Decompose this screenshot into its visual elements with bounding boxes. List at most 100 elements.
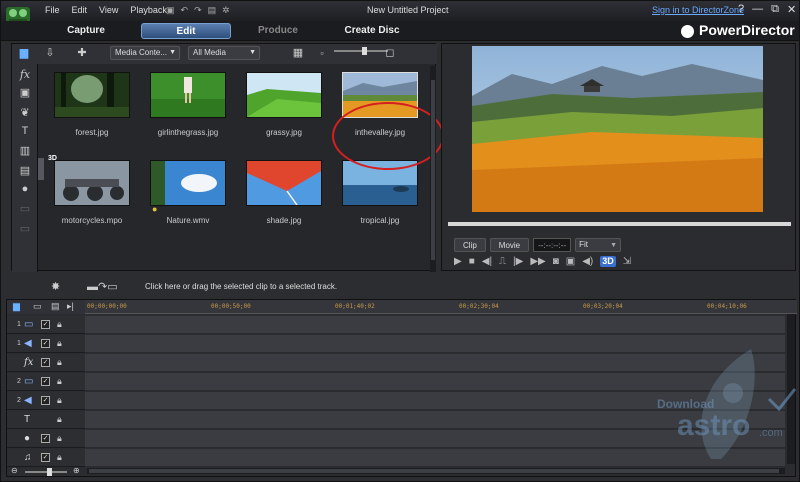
track-enable-checkbox[interactable]: ✓: [41, 453, 50, 462]
media-item-nature[interactable]: ● Nature.wmv: [142, 154, 234, 232]
help-button[interactable]: ?: [738, 3, 744, 16]
tab-edit[interactable]: Edit: [141, 23, 231, 39]
timeline-ruler[interactable]: 00;00;00;00 00;00;50;00 00;01;40;02 00;0…: [85, 300, 797, 314]
tab-create-disc[interactable]: Create Disc: [337, 23, 407, 39]
track-lock-icon[interactable]: 🔒︎: [57, 452, 62, 463]
track-enable-checkbox[interactable]: ✓: [41, 396, 50, 405]
split-icon[interactable]: ⎍: [499, 256, 506, 267]
jump-marker-icon[interactable]: ▸|: [67, 301, 74, 312]
fx-room-icon[interactable]: fx: [17, 68, 33, 82]
track-enable-checkbox[interactable]: ✓: [41, 320, 50, 329]
volume-icon[interactable]: ◀): [582, 256, 593, 267]
all-media-dropdown[interactable]: All Media ▼: [188, 46, 260, 60]
redo-icon[interactable]: ↷: [194, 5, 202, 16]
thumbnail-size-slider-knob[interactable]: [362, 47, 367, 55]
clip-mode-button[interactable]: Clip: [454, 238, 486, 252]
thumb-small-icon[interactable]: ▫: [314, 46, 330, 60]
timeline-scroll-thumb[interactable]: [89, 469, 779, 473]
track-header-audio-track[interactable]: 1 ◀ ✓ 🔒︎: [7, 335, 85, 353]
title-room-icon[interactable]: T: [17, 124, 33, 138]
undo-icon[interactable]: ↶: [181, 5, 189, 16]
fit-dropdown[interactable]: Fit ▼: [575, 238, 622, 252]
subtitle-room-icon[interactable]: ▭: [17, 222, 33, 236]
track-enable-checkbox[interactable]: ✓: [41, 358, 50, 367]
undock-preview-icon[interactable]: ⇲: [623, 256, 631, 267]
particle-room-icon[interactable]: ❦: [17, 106, 33, 120]
track-lock-icon[interactable]: 🔒︎: [57, 395, 62, 406]
track-header-title-track[interactable]: T 🔒︎: [7, 411, 85, 429]
track-manager-icon[interactable]: ▤: [51, 301, 60, 312]
tab-produce[interactable]: Produce: [243, 23, 313, 39]
directorzone-signin-link[interactable]: Sign in to DirectorZone: [652, 5, 744, 15]
minimize-button[interactable]: —: [752, 3, 763, 16]
thumb-large-icon[interactable]: ◻: [382, 46, 398, 60]
transition-room-icon[interactable]: ▥: [17, 144, 33, 158]
plugins-puzzle-icon[interactable]: ✚: [74, 46, 90, 60]
play-icon[interactable]: ▶: [454, 256, 462, 267]
timeline-zoom-slider[interactable]: [25, 471, 67, 473]
track-enable-checkbox[interactable]: ✓: [41, 377, 50, 386]
grid-view-icon[interactable]: ▦: [290, 46, 306, 60]
chapter-room-icon[interactable]: ▭: [17, 202, 33, 216]
track-header-video-track[interactable]: 1 ▭ ✓ 🔒︎: [7, 316, 85, 334]
fast-forward-icon[interactable]: ▶▶: [530, 256, 545, 267]
menu-edit[interactable]: Edit: [72, 5, 88, 15]
magic-tools-icon[interactable]: ✸: [51, 280, 60, 293]
track-header-fx-track[interactable]: fx ✓ 🔒︎: [7, 354, 85, 372]
maximize-button[interactable]: ⧉: [771, 3, 779, 16]
display-output-icon[interactable]: ▣: [566, 256, 575, 267]
track-header-voice-track[interactable]: ● ✓ 🔒︎: [7, 430, 85, 448]
storyboard-view-icon[interactable]: ▭: [33, 301, 42, 312]
preview-seek-bar[interactable]: [448, 222, 791, 226]
media-content-dropdown[interactable]: Media Conte... ▼: [110, 46, 180, 60]
library-scroll-thumb[interactable]: [431, 80, 435, 260]
track-lock-icon[interactable]: 🔒︎: [57, 338, 62, 349]
settings-gear-icon[interactable]: ✲: [222, 5, 230, 16]
track-lane-video-track[interactable]: [85, 316, 785, 334]
save-icon[interactable]: ▣: [166, 5, 175, 16]
media-item-motorcycles[interactable]: 3D motorcycles.mpo: [46, 154, 138, 232]
snapshot-camera-icon[interactable]: ◙: [553, 256, 559, 267]
close-button[interactable]: ✕: [787, 3, 796, 16]
track-header-music-track[interactable]: ♫ ✓ 🔒︎: [7, 449, 85, 467]
audio-mixing-icon[interactable]: ▤: [17, 164, 33, 178]
media-item-shade[interactable]: shade.jpg: [238, 154, 330, 232]
track-number: 1: [17, 340, 21, 347]
previous-frame-icon[interactable]: ◀|: [482, 256, 492, 267]
track-header-video-track[interactable]: 2 ▭ ✓ 🔒︎: [7, 373, 85, 391]
import-media-icon[interactable]: ⇩: [42, 46, 58, 60]
media-item-forest[interactable]: forest.jpg: [46, 66, 138, 144]
menu-playback[interactable]: Playback: [130, 5, 167, 15]
display-icon[interactable]: ▤: [208, 5, 217, 16]
menu-file[interactable]: File: [45, 5, 60, 15]
rail-expand-handle[interactable]: [38, 158, 44, 180]
media-room-icon[interactable]: ▆: [16, 46, 32, 60]
stop-icon[interactable]: ■: [469, 256, 475, 267]
track-enable-checkbox[interactable]: ✓: [41, 434, 50, 443]
media-item-label: tropical.jpg: [360, 216, 400, 225]
media-item-grassy[interactable]: grassy.jpg: [238, 66, 330, 144]
zoom-in-icon[interactable]: ⊕: [73, 466, 80, 475]
timecode-field[interactable]: --:--:--:--: [533, 238, 572, 252]
track-lock-icon[interactable]: 🔒︎: [57, 414, 62, 425]
track-header-audio-track[interactable]: 2 ◀ ✓ 🔒︎: [7, 392, 85, 410]
library-vertical-scrollbar[interactable]: [430, 66, 436, 272]
pip-room-icon[interactable]: ▣: [17, 86, 33, 100]
track-lock-icon[interactable]: 🔒︎: [57, 376, 62, 387]
tab-capture[interactable]: Capture: [51, 23, 121, 39]
menu-view[interactable]: View: [99, 5, 118, 15]
movie-mode-button[interactable]: Movie: [489, 238, 530, 252]
track-lock-icon[interactable]: 🔒︎: [57, 319, 62, 330]
timeline-zoom-knob[interactable]: [47, 468, 52, 476]
timeline-view-icon[interactable]: ▆: [13, 301, 20, 312]
zoom-out-icon[interactable]: ⊖: [11, 466, 18, 475]
media-item-girlinthegrass[interactable]: girlinthegrass.jpg: [142, 66, 234, 144]
track-enable-checkbox[interactable]: ✓: [41, 339, 50, 348]
track-lock-icon[interactable]: 🔒︎: [57, 433, 62, 444]
next-frame-icon[interactable]: |▶: [513, 256, 523, 267]
voiceover-mic-icon[interactable]: ●: [17, 182, 33, 196]
insert-to-track-icon[interactable]: ▬↷▭: [87, 280, 118, 293]
track-lock-icon[interactable]: 🔒︎: [57, 357, 62, 368]
thumbnail-size-slider[interactable]: [334, 50, 388, 52]
3d-mode-icon[interactable]: 3D: [600, 256, 616, 267]
